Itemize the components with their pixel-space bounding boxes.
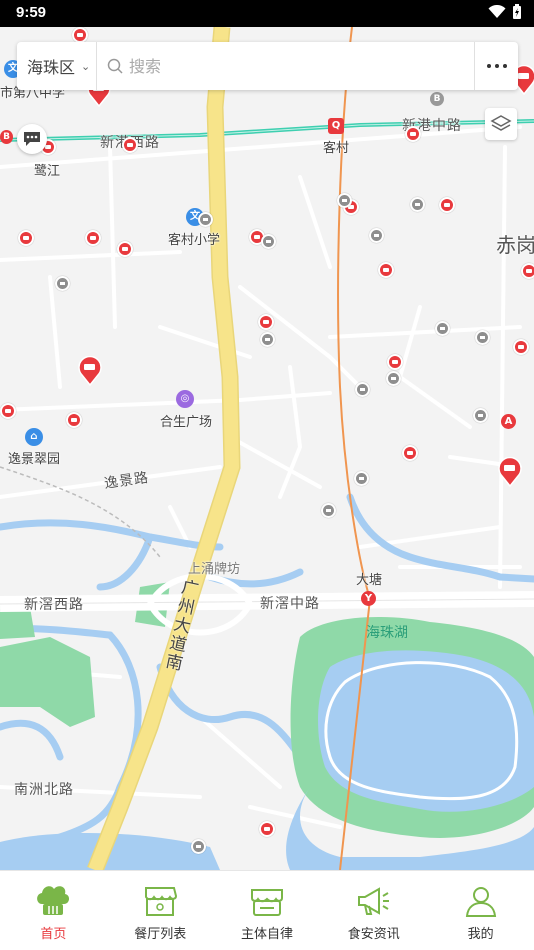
storefront-icon xyxy=(140,883,180,919)
restaurant-marker-red[interactable] xyxy=(405,126,421,142)
tab-home[interactable]: 首页 xyxy=(0,871,107,950)
label-kecun-school: 客村小学 xyxy=(168,233,221,248)
label-kecun: 客村 xyxy=(323,141,350,156)
chat-bubble-icon xyxy=(24,132,40,146)
restaurant-marker-red[interactable] xyxy=(402,445,418,461)
tab-food-safety-news[interactable]: 食安资讯 xyxy=(320,871,427,950)
wifi-icon xyxy=(488,5,506,18)
restaurant-marker-gray[interactable] xyxy=(435,321,450,336)
chef-hat-icon xyxy=(33,883,73,919)
search-bar: 海珠区 ⌄ xyxy=(17,42,518,90)
tab-profile[interactable]: 我的 xyxy=(427,871,534,950)
restaurant-marker-gray[interactable] xyxy=(475,330,490,345)
more-dot xyxy=(486,64,491,68)
restaurant-marker-gray[interactable] xyxy=(369,228,384,243)
shop-awning-icon xyxy=(247,883,287,919)
restaurant-marker-gray[interactable] xyxy=(354,471,369,486)
user-icon xyxy=(461,883,501,919)
label-nanzhou-north: 南洲北路 xyxy=(14,782,74,798)
more-dot xyxy=(502,64,507,68)
label-xinjiao-middle: 新滘中路 xyxy=(260,596,320,612)
tab-restaurant-list[interactable]: 餐厅列表 xyxy=(107,871,214,950)
label-haizhu-lake: 海珠湖 xyxy=(366,625,408,641)
restaurant-marker-red[interactable] xyxy=(513,339,529,355)
label-shangyong: 上涌牌坊 xyxy=(188,562,241,577)
search-icon xyxy=(107,58,123,74)
restaurant-marker-red[interactable] xyxy=(18,230,34,246)
restaurant-marker-red[interactable] xyxy=(122,137,138,153)
status-icons xyxy=(488,4,522,20)
restaurant-marker-red[interactable] xyxy=(85,230,101,246)
residence-poi-icon[interactable]: ⌂ xyxy=(25,428,43,446)
more-dot xyxy=(494,64,499,68)
search-input[interactable] xyxy=(129,56,429,76)
bus-stop-left-icon[interactable]: B xyxy=(0,130,13,144)
status-bar: 9:59 xyxy=(0,0,534,27)
bottom-tab-bar: 首页 餐厅列表 主体自律 食安资讯 我的 xyxy=(0,870,534,950)
label-hesheng: 合生广场 xyxy=(160,415,213,430)
chevron-down-icon: ⌄ xyxy=(81,59,91,73)
restaurant-marker-red[interactable] xyxy=(439,197,455,213)
label-yijingcuiyuan: 逸景翠园 xyxy=(8,452,61,467)
hospital-poi-icon[interactable]: A xyxy=(501,414,516,429)
restaurant-marker-gray[interactable] xyxy=(473,408,488,423)
tab-self-discipline-label: 主体自律 xyxy=(240,927,293,942)
restaurant-marker-gray[interactable] xyxy=(198,212,213,227)
restaurant-marker-red[interactable] xyxy=(0,403,16,419)
restaurant-marker-gray[interactable] xyxy=(260,332,275,347)
status-time: 9:59 xyxy=(16,4,47,21)
restaurant-marker-red[interactable] xyxy=(72,27,88,43)
restaurant-marker-red[interactable] xyxy=(378,262,394,278)
district-label: 海珠区 xyxy=(27,58,76,77)
map-view[interactable]: 新港西路 新港中路 新滘西路 新滘中路 逸景路 南洲北路 客村 客村小学 鹭江 … xyxy=(0,27,534,870)
map-base xyxy=(0,27,534,870)
label-lujiang: 鹭江 xyxy=(34,164,61,179)
mall-poi-icon[interactable]: ◎ xyxy=(176,390,194,408)
more-options-button[interactable] xyxy=(474,42,518,90)
restaurant-marker-red[interactable] xyxy=(387,354,403,370)
metro-datang-icon[interactable]: Y xyxy=(361,591,376,606)
district-selector[interactable]: 海珠区 ⌄ xyxy=(17,42,97,90)
tab-restaurant-list-label: 餐厅列表 xyxy=(134,927,187,942)
bus-stop-icon[interactable]: B xyxy=(430,92,444,106)
restaurant-marker-gray[interactable] xyxy=(355,382,370,397)
restaurant-marker-gray[interactable] xyxy=(337,193,352,208)
app-screen: 9:59 新港中路 新滘西路 新滘中路 逸景路 南洲北路 客村 客村小学 鹭江 … xyxy=(0,0,534,950)
map-layers-button[interactable] xyxy=(485,108,517,140)
layers-icon xyxy=(490,115,512,131)
tab-home-label: 首页 xyxy=(40,927,67,942)
metro-kecun-icon[interactable]: Q xyxy=(328,118,344,134)
battery-icon xyxy=(513,4,521,19)
restaurant-marker-red[interactable] xyxy=(117,241,133,257)
tab-food-safety-news-label: 食安资讯 xyxy=(347,927,400,942)
restaurant-marker-red[interactable] xyxy=(521,263,534,279)
restaurant-marker-large[interactable] xyxy=(497,457,523,487)
search-field[interactable] xyxy=(97,42,474,90)
restaurant-marker-gray[interactable] xyxy=(261,234,276,249)
restaurant-marker-red[interactable] xyxy=(259,821,275,837)
tab-profile-label: 我的 xyxy=(467,927,494,942)
restaurant-marker-red[interactable] xyxy=(258,314,274,330)
tab-self-discipline[interactable]: 主体自律 xyxy=(214,871,321,950)
restaurant-marker-gray[interactable] xyxy=(191,839,206,854)
megaphone-icon xyxy=(354,883,394,919)
restaurant-marker-large[interactable] xyxy=(77,356,103,386)
restaurant-marker-gray[interactable] xyxy=(321,503,336,518)
restaurant-marker-gray[interactable] xyxy=(55,276,70,291)
label-datang: 大塘 xyxy=(356,573,383,588)
restaurant-marker-gray[interactable] xyxy=(410,197,425,212)
restaurant-marker-red[interactable] xyxy=(66,412,82,428)
label-xinjiao-west: 新滘西路 xyxy=(24,597,84,613)
restaurant-marker-gray[interactable] xyxy=(386,371,401,386)
chat-button[interactable] xyxy=(17,124,47,154)
label-chigang: 赤岗 xyxy=(496,233,534,257)
